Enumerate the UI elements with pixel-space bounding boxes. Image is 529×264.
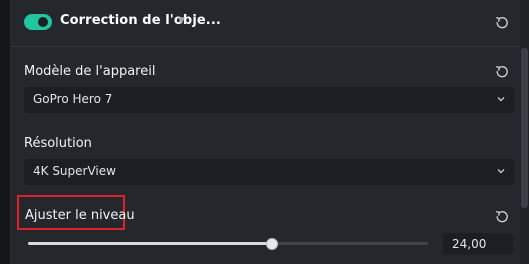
reset-icon[interactable] <box>494 64 510 80</box>
level-slider[interactable] <box>28 242 428 245</box>
resolution-dropdown[interactable]: 4K SuperView <box>24 159 514 185</box>
device-model-label: Modèle de l'appareil <box>24 64 156 79</box>
reset-icon[interactable] <box>494 15 510 31</box>
chevron-down-icon <box>497 97 505 102</box>
left-edge-panel <box>0 0 10 264</box>
level-value-input[interactable]: 24,00 <box>443 233 513 255</box>
scrollbar-thumb[interactable] <box>521 48 528 208</box>
level-value: 24,00 <box>452 237 487 251</box>
device-model-value: GoPro Hero 7 <box>33 92 113 106</box>
scrollbar[interactable] <box>520 0 529 264</box>
caret-down-icon[interactable]: ▼ <box>178 16 185 26</box>
adjust-level-label: Ajuster le niveau <box>25 208 135 223</box>
enable-toggle[interactable] <box>24 14 52 30</box>
level-slider-fill <box>28 242 272 245</box>
toggle-knob <box>38 17 48 27</box>
reset-icon[interactable] <box>494 209 510 225</box>
resolution-label: Résolution <box>24 136 92 151</box>
level-slider-handle[interactable] <box>266 238 278 250</box>
chevron-down-icon <box>497 169 505 174</box>
section-title[interactable]: Correction de l'obje... <box>60 13 221 28</box>
resolution-value: 4K SuperView <box>33 164 116 178</box>
device-model-dropdown[interactable]: GoPro Hero 7 <box>24 87 514 113</box>
